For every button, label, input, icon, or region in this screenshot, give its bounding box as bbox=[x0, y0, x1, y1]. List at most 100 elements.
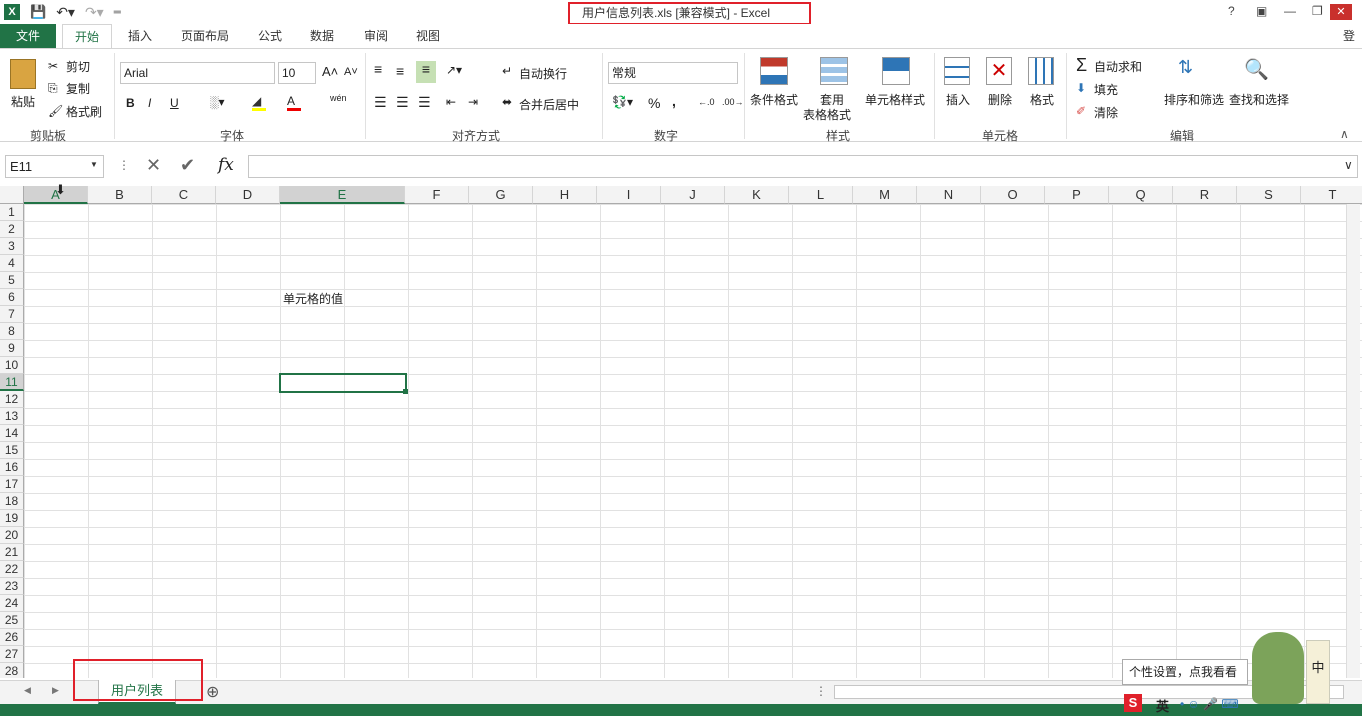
row-header[interactable]: 18 bbox=[0, 493, 24, 510]
column-header[interactable]: C bbox=[152, 186, 216, 204]
decrease-indent-icon[interactable]: ⇤ bbox=[446, 95, 456, 109]
fill-button[interactable]: 填充 bbox=[1094, 81, 1118, 98]
currency-icon[interactable]: 💱▾ bbox=[612, 95, 633, 109]
orientation-icon[interactable]: ↗▾ bbox=[446, 63, 462, 77]
cut-scissors-icon[interactable]: ✂ bbox=[48, 59, 58, 73]
paste-icon[interactable] bbox=[10, 59, 36, 89]
row-header[interactable]: 6 bbox=[0, 289, 24, 306]
row-header[interactable]: 22 bbox=[0, 561, 24, 578]
sort-filter-icon[interactable]: ⇅ bbox=[1178, 57, 1193, 78]
row-header[interactable]: 10 bbox=[0, 357, 24, 374]
worksheet-grid[interactable]: ABCDEFGHIJKLMNOPQRST 1 2 3 4 5 6 7 8 9 10 11 12 13 14… bbox=[0, 186, 1362, 678]
tab-data[interactable]: 数据 bbox=[300, 24, 344, 48]
format-as-table-line2[interactable]: 表格格式 bbox=[803, 106, 851, 123]
next-sheet-icon[interactable]: ▶ bbox=[52, 685, 59, 696]
prev-sheet-icon[interactable]: ◀ bbox=[24, 685, 31, 696]
tab-review[interactable]: 审阅 bbox=[354, 24, 398, 48]
cell-area[interactable] bbox=[24, 204, 1362, 678]
phonetic-button[interactable]: wén bbox=[330, 93, 347, 103]
conditional-format-button[interactable]: 条件格式 bbox=[750, 91, 798, 108]
grow-font-icon[interactable]: A˄ bbox=[322, 64, 338, 79]
help-button[interactable]: ? bbox=[1228, 4, 1235, 18]
fill-color-icon[interactable]: ◢ bbox=[252, 94, 266, 111]
column-header[interactable]: H bbox=[533, 186, 597, 204]
cell-styles-icon[interactable] bbox=[882, 57, 910, 85]
cell-styles-button[interactable]: 单元格样式 bbox=[865, 91, 925, 108]
column-header[interactable]: F bbox=[405, 186, 469, 204]
ribbon-display-icon[interactable]: ▣ bbox=[1256, 4, 1267, 18]
tab-split-handle[interactable]: ⋮ bbox=[815, 684, 827, 698]
delete-cells-button[interactable]: 删除 bbox=[988, 91, 1012, 108]
italic-button[interactable]: I bbox=[148, 96, 151, 110]
ime-mode-indicator[interactable]: 中 bbox=[1306, 640, 1330, 704]
column-header[interactable]: Q bbox=[1109, 186, 1173, 204]
format-painter-button[interactable]: 格式刷 bbox=[66, 103, 102, 120]
row-header[interactable]: 13 bbox=[0, 408, 24, 425]
column-header[interactable]: G bbox=[469, 186, 533, 204]
fill-handle[interactable] bbox=[403, 389, 408, 394]
row-header[interactable]: 5 bbox=[0, 272, 24, 289]
row-header[interactable]: 25 bbox=[0, 612, 24, 629]
name-box-dropdown-icon[interactable]: ▼ bbox=[90, 160, 98, 169]
row-header[interactable]: 9 bbox=[0, 340, 24, 357]
row-header[interactable]: 1 bbox=[0, 204, 24, 221]
column-header[interactable]: K bbox=[725, 186, 789, 204]
row-header[interactable]: 8 bbox=[0, 323, 24, 340]
underline-button[interactable]: U bbox=[170, 96, 179, 110]
tab-formulas[interactable]: 公式 bbox=[248, 24, 292, 48]
number-format-select[interactable]: 常规 bbox=[608, 62, 738, 84]
find-select-button[interactable]: 查找和选择 bbox=[1229, 91, 1289, 108]
row-header[interactable]: 20 bbox=[0, 527, 24, 544]
close-button[interactable]: ✕ bbox=[1330, 4, 1352, 20]
align-left-icon[interactable]: ☰ bbox=[374, 94, 387, 111]
row-header[interactable]: 17 bbox=[0, 476, 24, 493]
align-middle-icon[interactable]: ≡ bbox=[396, 63, 404, 79]
wrap-text-icon[interactable]: ↵ bbox=[502, 64, 512, 78]
row-header[interactable]: 2 bbox=[0, 221, 24, 238]
bold-button[interactable]: B bbox=[126, 96, 135, 110]
format-cells-button[interactable]: 格式 bbox=[1030, 91, 1054, 108]
font-size-select[interactable]: 10 bbox=[278, 62, 316, 84]
align-center-icon[interactable]: ☰ bbox=[396, 94, 409, 111]
cell-E6[interactable]: 单元格的值 bbox=[283, 290, 343, 307]
align-bottom-icon[interactable]: ≡ bbox=[416, 61, 436, 83]
format-painter-icon[interactable]: 🖌 bbox=[48, 104, 63, 118]
autosum-icon[interactable]: Σ bbox=[1076, 55, 1087, 76]
redo-icon[interactable]: ↷▾ bbox=[85, 4, 104, 21]
wrap-text-button[interactable]: 自动换行 bbox=[519, 65, 567, 82]
increase-decimal-icon[interactable]: ←.0 bbox=[698, 97, 715, 107]
paste-button[interactable]: 粘贴 bbox=[11, 93, 35, 110]
decrease-decimal-icon[interactable]: .00→ bbox=[722, 97, 744, 107]
add-sheet-icon[interactable]: ⊕ bbox=[206, 682, 219, 702]
row-header[interactable]: 26 bbox=[0, 629, 24, 646]
increase-indent-icon[interactable]: ⇥ bbox=[468, 95, 478, 109]
customize-qat-icon[interactable]: ═ bbox=[114, 7, 121, 18]
shrink-font-icon[interactable]: A˅ bbox=[344, 66, 358, 78]
merge-center-icon[interactable]: ⬌ bbox=[502, 95, 512, 109]
column-header[interactable]: R bbox=[1173, 186, 1237, 204]
row-header[interactable]: 21 bbox=[0, 544, 24, 561]
column-header[interactable]: O bbox=[981, 186, 1045, 204]
ime-toolbar-icons[interactable]: • ☺ 🎤 ⌨ bbox=[1180, 697, 1239, 711]
column-header[interactable]: L bbox=[789, 186, 853, 204]
conditional-format-icon[interactable] bbox=[760, 57, 788, 85]
column-header[interactable]: J bbox=[661, 186, 725, 204]
row-header[interactable]: 23 bbox=[0, 578, 24, 595]
clear-eraser-icon[interactable]: ✐ bbox=[1076, 104, 1086, 118]
column-header[interactable]: B bbox=[88, 186, 152, 204]
font-name-select[interactable]: Arial bbox=[120, 62, 275, 84]
format-as-table-icon[interactable] bbox=[820, 57, 848, 85]
merge-center-button[interactable]: 合并后居中 bbox=[519, 96, 579, 113]
clear-button[interactable]: 清除 bbox=[1094, 104, 1118, 121]
column-header[interactable]: S bbox=[1237, 186, 1301, 204]
row-header[interactable]: 27 bbox=[0, 646, 24, 663]
tab-insert[interactable]: 插入 bbox=[118, 24, 162, 48]
minimize-button[interactable]: — bbox=[1284, 4, 1296, 18]
select-all-corner[interactable] bbox=[0, 186, 24, 204]
ime-tooltip[interactable]: 个性设置，点我看看 bbox=[1122, 659, 1248, 685]
row-header[interactable]: 11 bbox=[0, 374, 24, 391]
column-header[interactable]: M bbox=[853, 186, 917, 204]
autosum-button[interactable]: 自动求和 bbox=[1094, 58, 1142, 75]
row-header[interactable]: 16 bbox=[0, 459, 24, 476]
column-header[interactable]: N bbox=[917, 186, 981, 204]
